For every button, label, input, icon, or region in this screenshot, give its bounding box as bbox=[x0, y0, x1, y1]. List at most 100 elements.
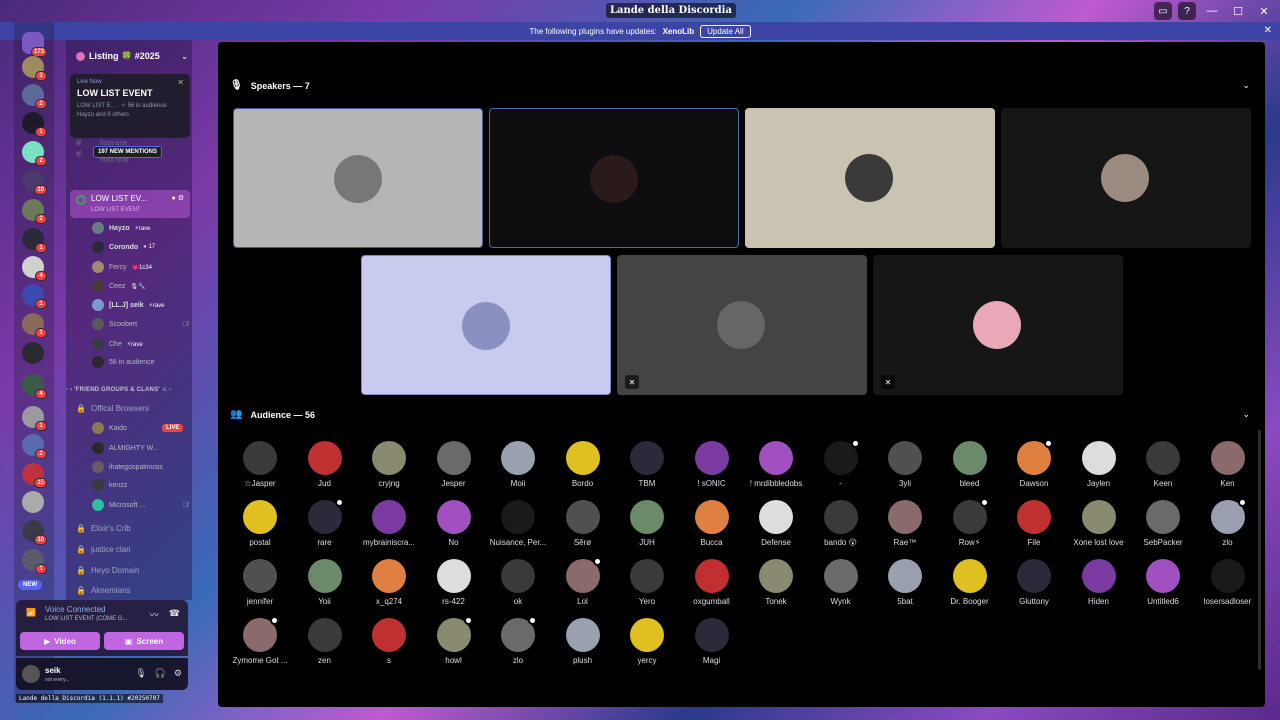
audience-member[interactable]: s bbox=[359, 618, 419, 665]
audience-member[interactable]: JUH bbox=[617, 500, 677, 547]
audience-member[interactable]: zen bbox=[295, 618, 355, 665]
server-icon[interactable]: 1 bbox=[22, 549, 47, 574]
server-icon[interactable] bbox=[22, 342, 44, 364]
audience-member[interactable]: losersadloser bbox=[1198, 559, 1258, 606]
chat-icon[interactable]: ● ⚙ bbox=[172, 194, 184, 202]
microphone-icon[interactable]: 🎙 bbox=[135, 668, 146, 679]
audience-member[interactable]: Magi bbox=[682, 618, 742, 665]
audience-member[interactable]: 3yli bbox=[875, 441, 935, 488]
server-icon[interactable]: 10 bbox=[22, 170, 47, 195]
channel-item[interactable]: 🔒 Offical Browsers bbox=[76, 404, 149, 413]
audience-member[interactable]: Yero bbox=[617, 559, 677, 606]
home-button[interactable]: 173 bbox=[22, 32, 47, 57]
audience-member[interactable]: x_q274 bbox=[359, 559, 419, 606]
live-event-card[interactable]: Live Now LOW LIST EVENT LOW LIST E... · … bbox=[70, 74, 190, 138]
server-icon[interactable]: 15 bbox=[22, 463, 47, 488]
audience-member[interactable]: rs-422 bbox=[424, 559, 484, 606]
audience-member[interactable]: Bucca bbox=[682, 500, 742, 547]
speaker-tile[interactable] bbox=[489, 108, 739, 248]
audience-member[interactable]: Keen bbox=[1133, 441, 1193, 488]
audience-member[interactable]: Jud bbox=[295, 441, 355, 488]
audience-member[interactable]: Sêrø bbox=[553, 500, 613, 547]
update-all-button[interactable]: Update All bbox=[700, 24, 751, 38]
audience-member[interactable]: Ken bbox=[1198, 441, 1258, 488]
noise-suppression-icon[interactable]: 〰 bbox=[150, 608, 159, 621]
screen-share-button[interactable]: ▣ Screen bbox=[104, 632, 184, 650]
voice-member[interactable]: ALMIGHTY W... bbox=[92, 441, 188, 455]
audience-member[interactable]: Nuisance, Per... bbox=[488, 500, 548, 547]
new-badge[interactable]: NEW bbox=[18, 580, 42, 590]
server-icon[interactable]: 2 bbox=[22, 84, 47, 109]
speaker-tile[interactable] bbox=[745, 108, 995, 248]
audience-member[interactable]: Rae™ bbox=[875, 500, 935, 547]
audience-member[interactable]: plush bbox=[553, 618, 613, 665]
voice-member[interactable]: ihategospalmusic bbox=[92, 460, 188, 474]
audience-member[interactable]: ☆Jasper bbox=[230, 441, 290, 488]
speaker-tile[interactable]: ✕ bbox=[617, 255, 867, 395]
audience-member[interactable]: postal bbox=[230, 500, 290, 547]
chevron-down-icon[interactable]: ⌄ bbox=[1242, 80, 1250, 91]
audience-member[interactable]: Lol bbox=[553, 557, 613, 606]
server-icon[interactable]: 1 bbox=[22, 284, 47, 309]
server-icon[interactable] bbox=[22, 491, 44, 513]
audience-member[interactable]: 5bat bbox=[875, 559, 935, 606]
audience-member[interactable]: Dr. Booger bbox=[940, 559, 1000, 606]
signal-icon[interactable]: 📶 bbox=[26, 608, 36, 617]
audience-member[interactable]: SebPacker bbox=[1133, 500, 1193, 547]
server-icon[interactable]: 3 bbox=[22, 56, 47, 81]
audience-member[interactable]: ! mrdibbledobs bbox=[746, 441, 806, 488]
voice-status[interactable]: Voice Connected bbox=[45, 605, 106, 614]
audience-member[interactable]: yercy bbox=[617, 618, 677, 665]
audience-member[interactable]: howl bbox=[424, 616, 484, 665]
video-button[interactable]: ▶ Video bbox=[20, 632, 100, 650]
audience-member[interactable]: Dawson bbox=[1004, 439, 1064, 488]
server-icon[interactable]: 1 bbox=[22, 228, 47, 253]
server-icon[interactable]: 1 bbox=[22, 406, 47, 431]
server-icon[interactable]: 1 bbox=[22, 112, 47, 137]
inbox-icon[interactable]: ▭ bbox=[1154, 2, 1172, 20]
notice-close-icon[interactable]: ✕ bbox=[1264, 25, 1272, 36]
audience-member[interactable]: Gluttony bbox=[1004, 559, 1064, 606]
audience-member[interactable]: zlo bbox=[1198, 498, 1258, 547]
server-icon[interactable]: 2 bbox=[22, 434, 47, 459]
audience-member[interactable]: Jesper bbox=[424, 441, 484, 488]
audience-member[interactable]: ! sONIC bbox=[682, 441, 742, 488]
voice-member[interactable]: Microsoft ... 🎙̸ bbox=[92, 498, 188, 512]
channel-item[interactable]: 🔒 Heyo Domain bbox=[76, 566, 139, 575]
audience-member[interactable]: Defense bbox=[746, 500, 806, 547]
voice-member[interactable]: Hayzo ⚡rave bbox=[92, 221, 188, 235]
voice-member[interactable]: Che ⚡rave bbox=[92, 337, 188, 351]
audience-member[interactable]: ok bbox=[488, 559, 548, 606]
voice-member[interactable]: [LL.J] seik ⚡rave bbox=[92, 298, 188, 312]
username[interactable]: seik bbox=[45, 666, 61, 675]
server-icon[interactable]: 1 bbox=[22, 313, 47, 338]
server-icon[interactable]: 10 bbox=[22, 520, 47, 545]
maximize-button[interactable]: ☐ bbox=[1228, 5, 1248, 18]
category-header[interactable]: - › 'FRIEND GROUPS & CLANS' ⚔ - bbox=[66, 386, 171, 393]
audience-member[interactable]: Moii bbox=[488, 441, 548, 488]
minimize-button[interactable]: — bbox=[1202, 5, 1222, 17]
audience-member[interactable]: Jaylen bbox=[1069, 441, 1129, 488]
audience-member[interactable]: bando 😮 bbox=[811, 500, 871, 547]
avatar[interactable] bbox=[22, 665, 40, 683]
audience-member[interactable]: Row⚡ bbox=[940, 498, 1000, 547]
audience-member[interactable]: rare bbox=[295, 498, 355, 547]
voice-member[interactable]: Scoobert 🎙̸ bbox=[92, 317, 188, 331]
disconnect-icon[interactable]: ☎ bbox=[169, 608, 180, 621]
audience-member[interactable]: - bbox=[811, 439, 871, 488]
ghost-channel[interactable]: host-chat bbox=[100, 157, 129, 164]
speaker-tile[interactable] bbox=[233, 108, 483, 248]
audience-member[interactable]: No bbox=[424, 500, 484, 547]
voice-member[interactable]: Corondo ◕ 17 bbox=[92, 240, 188, 254]
channel-item[interactable]: 🔒 Elixir's Crib bbox=[76, 524, 131, 533]
audience-member[interactable]: Hiden bbox=[1069, 559, 1129, 606]
chevron-down-icon[interactable]: ⌄ bbox=[1242, 409, 1250, 420]
voice-member[interactable]: kenzz bbox=[92, 478, 188, 492]
audience-member[interactable]: Untitled6 bbox=[1133, 559, 1193, 606]
scrollbar[interactable] bbox=[1258, 430, 1261, 670]
audience-member[interactable]: Tonek bbox=[746, 559, 806, 606]
server-icon[interactable]: 2 bbox=[22, 199, 47, 224]
audience-member[interactable]: jennifer bbox=[230, 559, 290, 606]
guild-header[interactable]: Listing 🍀 #2025 ⌄ bbox=[76, 48, 188, 64]
speaker-tile[interactable] bbox=[361, 255, 611, 395]
